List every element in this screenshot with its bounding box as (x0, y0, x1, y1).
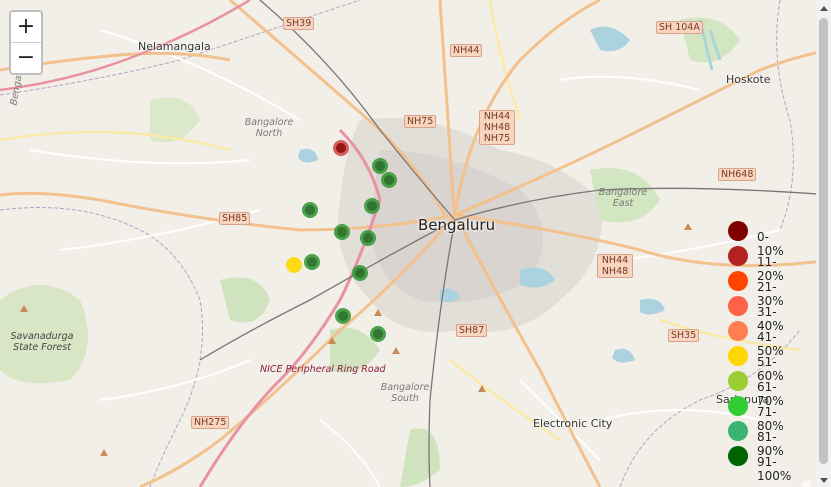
area-bangalore-north: Bangalore North (244, 117, 294, 139)
attribution[interactable] (803, 481, 811, 487)
legend-swatch (728, 271, 748, 291)
legend-swatch (728, 421, 748, 441)
zoom-in-button[interactable]: + (11, 12, 41, 42)
scroll-up-arrow-icon[interactable] (820, 6, 828, 11)
map-marker[interactable] (360, 230, 376, 246)
legend-swatch (728, 446, 748, 466)
legend-swatch (728, 221, 748, 241)
legend-label: 0-10% (757, 230, 784, 258)
map-marker[interactable] (364, 198, 380, 214)
shield-nh44-nh48-nh75: NH44 NH48 NH75 (479, 110, 515, 145)
vertical-scrollbar[interactable] (816, 0, 831, 487)
map-marker[interactable] (334, 224, 350, 240)
map-marker[interactable] (286, 257, 302, 273)
area-savanadurga-forest: Savanadurga State Forest (10, 331, 74, 353)
map-marker[interactable] (352, 265, 368, 281)
legend-label: 41-50% (757, 330, 784, 358)
legend-swatch (728, 396, 748, 416)
legend-label: 71-80% (757, 405, 784, 433)
legend-swatch (728, 296, 748, 316)
shield-sh39: SH39 (283, 17, 315, 30)
legend-label: 51-60% (757, 355, 784, 383)
legend-label: 11-20% (757, 255, 784, 283)
basemap (0, 0, 831, 487)
legend-label: 61-70% (757, 380, 784, 408)
map-canvas[interactable]: Nelamangala Hoskote Bengaluru Electronic… (0, 0, 831, 487)
shield-nh44: NH44 (450, 44, 483, 57)
zoom-control: + − (9, 10, 43, 75)
map-marker[interactable] (370, 326, 386, 342)
road-label-nice: NICE Peripheral Ring Road (260, 364, 386, 375)
place-electronic-city: Electronic City (533, 417, 613, 430)
shield-nh648: NH648 (718, 168, 757, 181)
scroll-down-arrow-icon[interactable] (820, 478, 828, 483)
place-bengaluru: Bengaluru (418, 216, 496, 234)
map-marker[interactable] (381, 172, 397, 188)
area-bangalore-east: Bangalore East (598, 187, 648, 209)
shield-nh75: NH75 (404, 115, 437, 128)
shield-nh275: NH275 (191, 416, 230, 429)
legend-label: 31-40% (757, 305, 784, 333)
legend-label: 81-90% (757, 430, 784, 458)
legend-label: 91-100% (757, 455, 792, 483)
place-nelamangala: Nelamangala (138, 40, 211, 53)
map-marker[interactable] (304, 254, 320, 270)
shield-sh104a: SH 104A (656, 21, 703, 34)
legend-label: 21-30% (757, 280, 784, 308)
shield-sh87: SH87 (456, 324, 488, 337)
area-bangalore-south: Bangalore South (380, 382, 430, 404)
shield-sh85: SH85 (219, 212, 251, 225)
zoom-out-button[interactable]: − (11, 42, 41, 73)
map-marker[interactable] (335, 308, 351, 324)
legend-swatch (728, 371, 748, 391)
legend-swatch (728, 321, 748, 341)
place-hoskote: Hoskote (726, 73, 771, 86)
legend-swatch (728, 246, 748, 266)
map-marker[interactable] (302, 202, 318, 218)
legend-swatch (728, 346, 748, 366)
shield-sh35: SH35 (668, 329, 700, 342)
scroll-thumb[interactable] (819, 18, 828, 464)
shield-nh44-nh48: NH44 NH48 (597, 254, 633, 278)
map-marker[interactable] (333, 140, 349, 156)
